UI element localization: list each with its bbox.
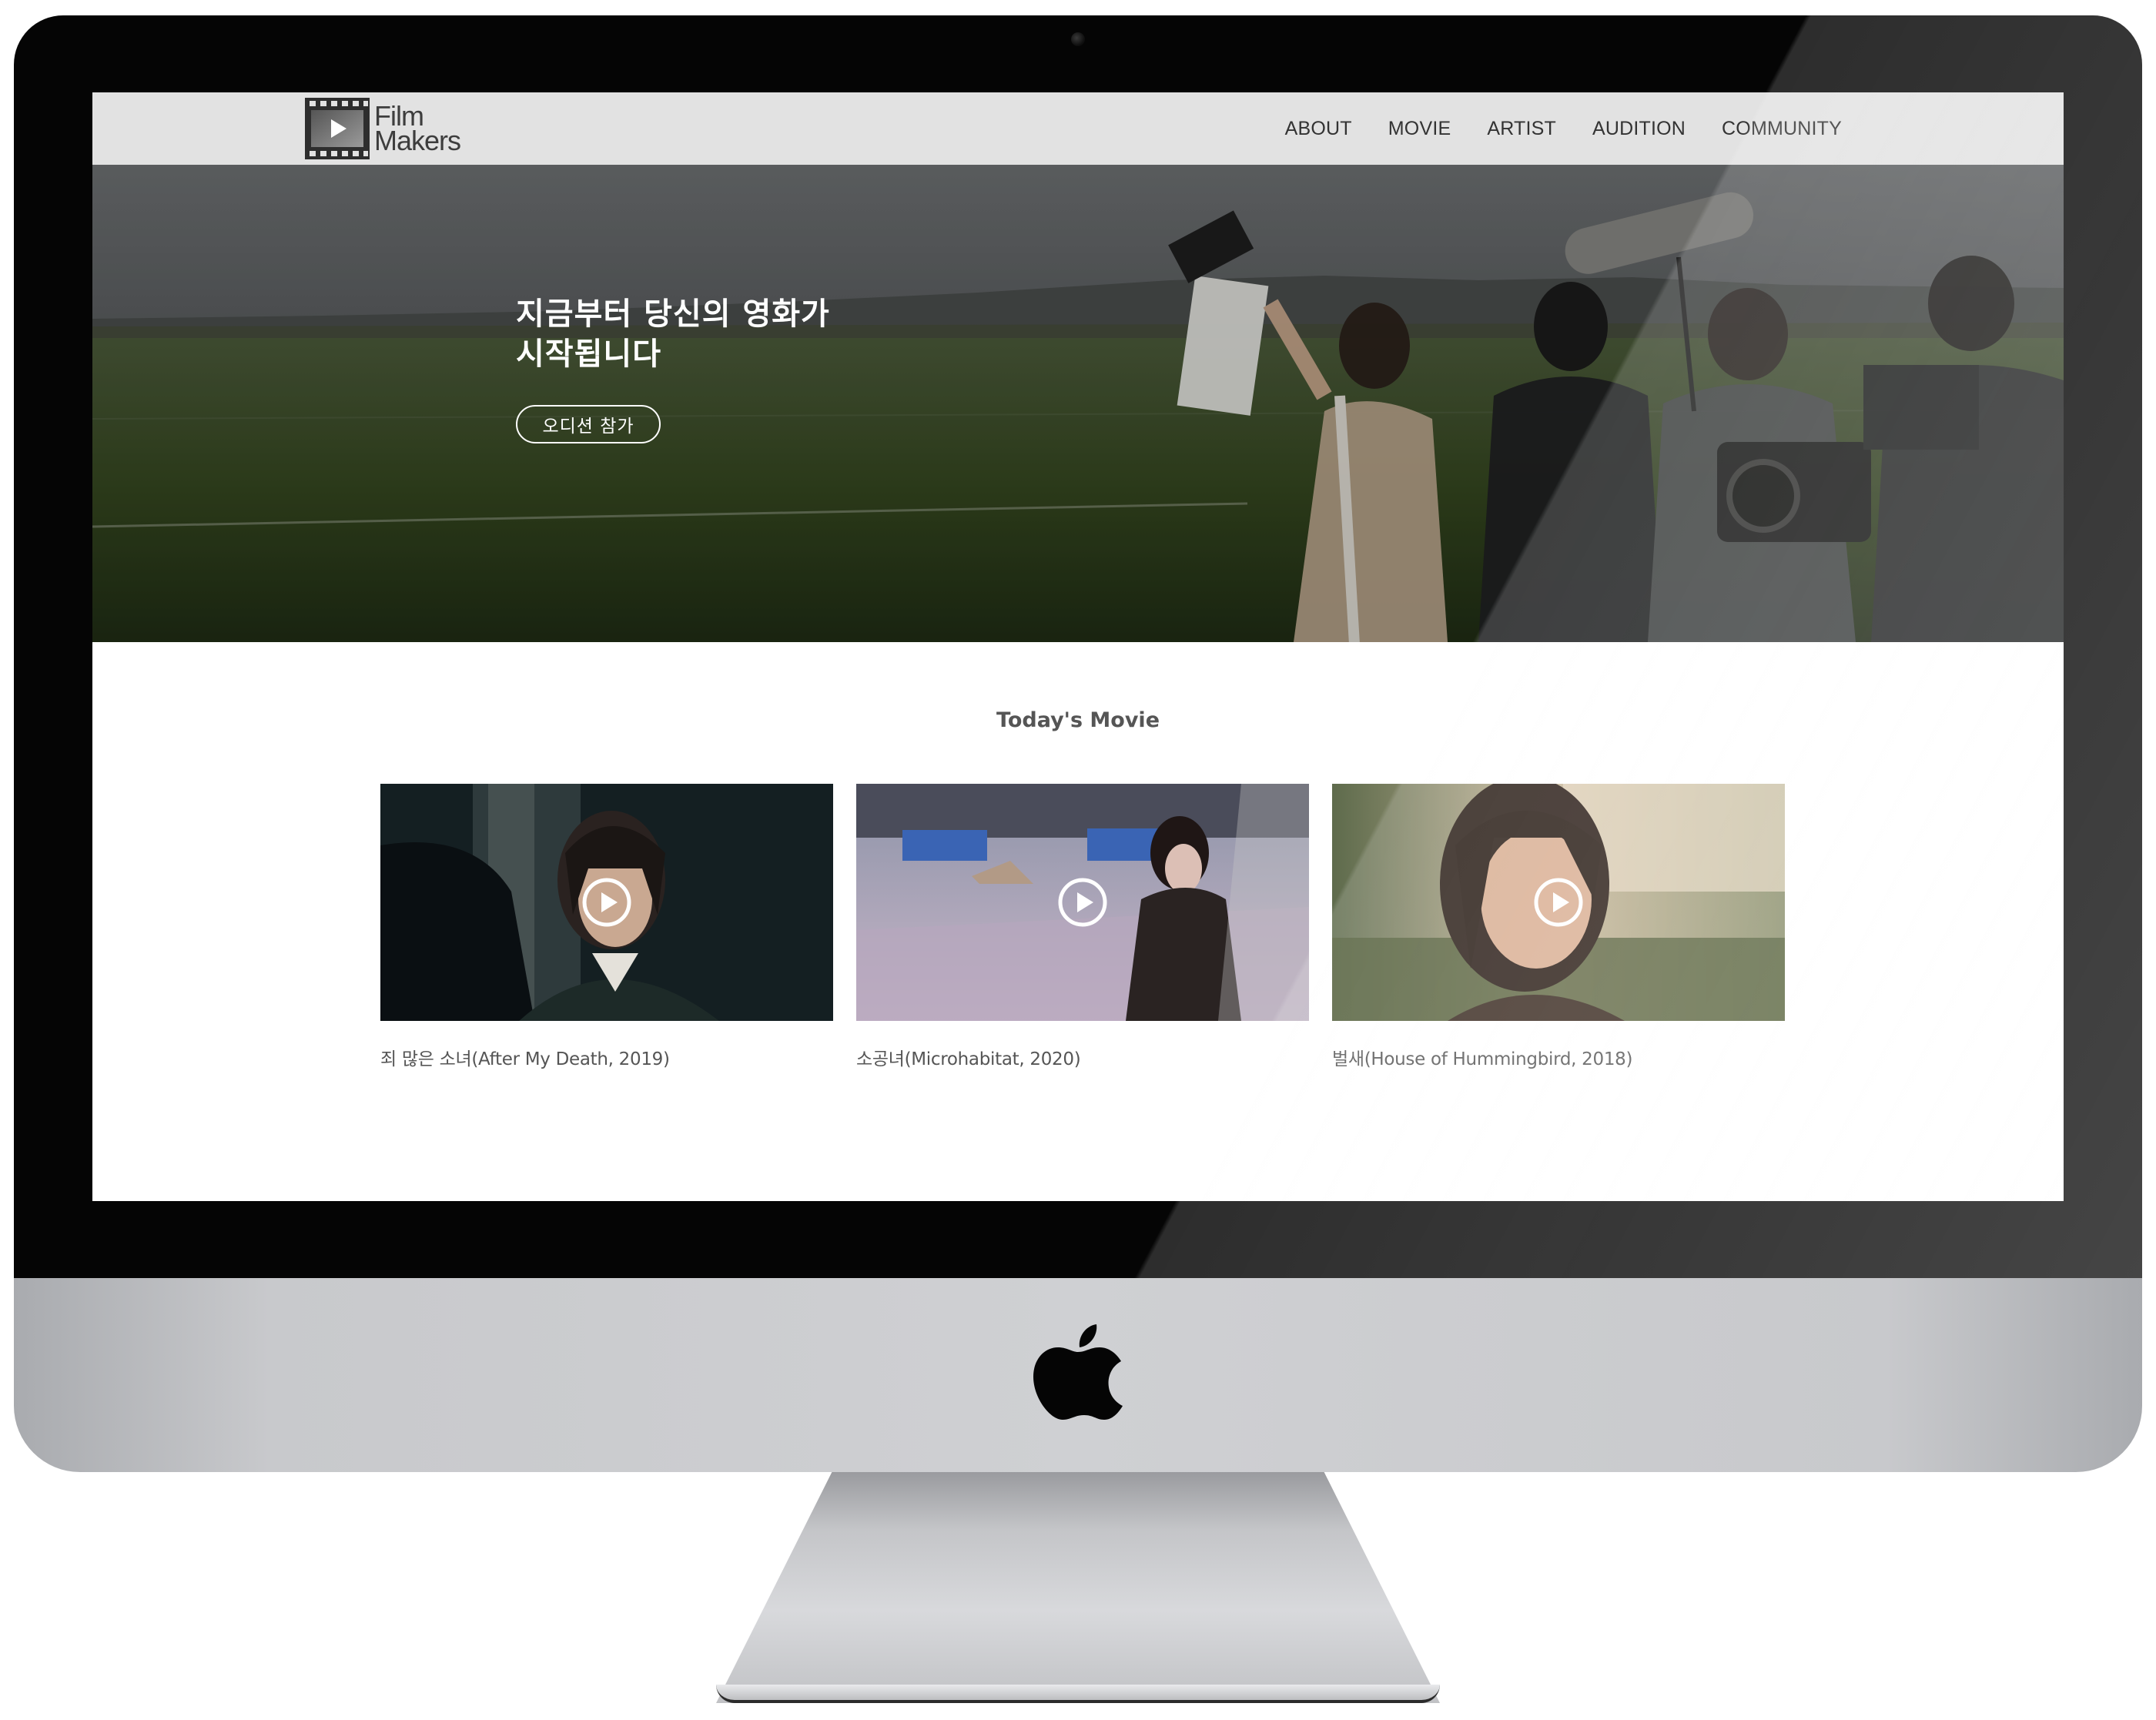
movie-caption: 소공녀(Microhabitat, 2020) [856, 1049, 1081, 1069]
apple-logo-icon [1033, 1324, 1123, 1420]
browser-screen: Film Makers ABOUT MOVIE ARTIST AUDITION … [92, 92, 2064, 1201]
play-icon[interactable] [581, 877, 632, 928]
imac-stand-base [716, 1685, 1440, 1703]
nav-movie[interactable]: MOVIE [1388, 118, 1451, 140]
hero-background-photo [92, 165, 2064, 642]
movie-caption: 벌새(House of Hummingbird, 2018) [1332, 1049, 1633, 1069]
nav-about[interactable]: ABOUT [1285, 118, 1352, 140]
logo-line-2: Makers [374, 125, 461, 156]
nav-artist[interactable]: ARTIST [1487, 118, 1556, 140]
hero-title: 지금부터 당신의 영화가 시작됩니다 [516, 296, 830, 372]
play-icon[interactable] [1533, 877, 1584, 928]
movie-thumbnail[interactable] [856, 784, 1309, 1021]
play-icon[interactable] [1057, 877, 1108, 928]
hero-banner: 지금부터 당신의 영화가 시작됩니다 오디션 참가 [92, 165, 2064, 642]
imac-stand [716, 1472, 1440, 1703]
nav-community[interactable]: COMMUNITY [1722, 118, 1842, 140]
todays-movie-title: Today's Movie [996, 708, 1160, 732]
movie-card-microhabitat[interactable]: 소공녀(Microhabitat, 2020) [856, 784, 1309, 1070]
nav-audition[interactable]: AUDITION [1592, 118, 1686, 140]
audition-join-button[interactable]: 오디션 참가 [516, 405, 661, 443]
movie-thumbnail[interactable] [1332, 784, 1785, 1021]
movie-caption: 죄 많은 소녀(After My Death, 2019) [380, 1049, 670, 1069]
movie-card-after-my-death[interactable]: 죄 많은 소녀(After My Death, 2019) [380, 784, 833, 1070]
site-logo[interactable]: Film Makers [305, 98, 461, 159]
movie-card-house-of-hummingbird[interactable]: 벌새(House of Hummingbird, 2018) [1332, 784, 1785, 1070]
movie-thumbnail[interactable] [380, 784, 833, 1021]
navbar: Film Makers ABOUT MOVIE ARTIST AUDITION … [92, 92, 2064, 165]
logo-wordmark: Film Makers [374, 102, 461, 156]
main-menu: ABOUT MOVIE ARTIST AUDITION COMMUNITY [1249, 92, 1842, 165]
webcam [1071, 32, 1085, 46]
film-play-icon [305, 98, 370, 159]
